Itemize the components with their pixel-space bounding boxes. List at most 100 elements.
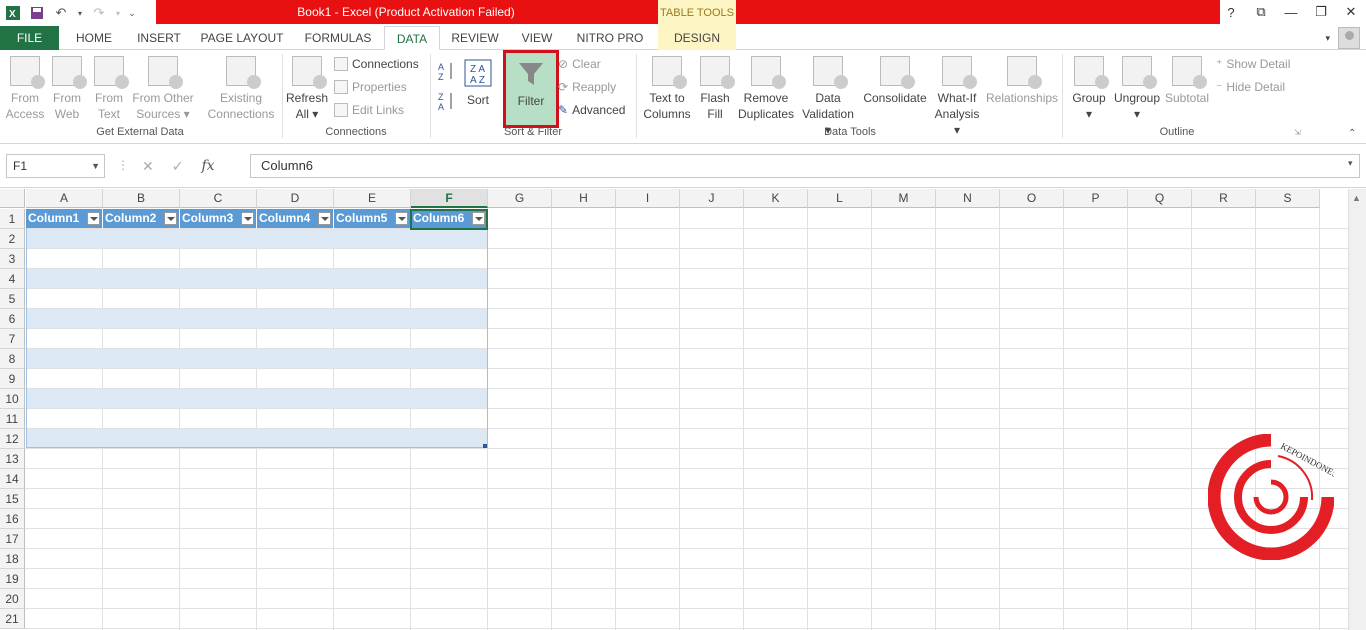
row-header-7[interactable]: 7 [0, 329, 25, 349]
group-button[interactable]: Group ▾ [1068, 56, 1110, 122]
hide-detail-button[interactable]: ⁻ Hide Detail [1216, 80, 1285, 94]
from-text-button[interactable]: From Text [90, 56, 129, 122]
row-header-6[interactable]: 6 [0, 309, 25, 329]
what-if-analysis-button[interactable]: What-If Analysis ▾ [930, 56, 984, 138]
worksheet-grid[interactable]: ABCDEFGHIJKLMNOPQRS 1 2 3 4 5 6 7 8 9 10 11 12 13 14 1… [0, 189, 1348, 630]
consolidate-button[interactable]: Consolidate [862, 56, 928, 106]
formula-input[interactable]: Column6 [250, 154, 1360, 178]
column-header-o[interactable]: O [1000, 189, 1064, 208]
connections-button[interactable]: Connections [334, 57, 419, 71]
user-dropdown-icon[interactable]: ▾ [1325, 33, 1330, 44]
outline-dialog-launcher-icon[interactable]: ⇲ [1294, 128, 1301, 137]
row-header-14[interactable]: 14 [0, 469, 25, 489]
row-header-18[interactable]: 18 [0, 549, 25, 569]
text-to-columns-button[interactable]: Text to Columns [640, 56, 694, 122]
from-access-button[interactable]: From Access [4, 56, 46, 122]
row-header-17[interactable]: 17 [0, 529, 25, 549]
redo-icon[interactable]: ↷ [90, 4, 108, 22]
active-cell-f1[interactable] [410, 209, 488, 230]
filter-dropdown-icon[interactable] [87, 212, 100, 225]
undo-dropdown-icon[interactable]: ▾ [76, 4, 84, 22]
tab-insert[interactable]: INSERT [130, 26, 188, 50]
sort-z-a-button[interactable]: ZA [436, 90, 458, 116]
table-header-cell[interactable]: Column3 [180, 209, 257, 228]
column-header-e[interactable]: E [334, 189, 411, 208]
close-button[interactable]: ✕ [1336, 0, 1366, 24]
tab-home[interactable]: HOME [64, 26, 124, 50]
table-header-cell[interactable]: Column2 [103, 209, 180, 228]
enter-icon[interactable]: ✓ [172, 158, 184, 175]
row-header-10[interactable]: 10 [0, 389, 25, 409]
row-header-16[interactable]: 16 [0, 509, 25, 529]
name-box[interactable]: F1 ▼ [6, 154, 105, 178]
table-header-cell[interactable]: Column5 [334, 209, 411, 228]
column-header-i[interactable]: I [616, 189, 680, 208]
table-header-cell[interactable]: Column4 [257, 209, 334, 228]
row-header-3[interactable]: 3 [0, 249, 25, 269]
tab-formulas[interactable]: FORMULAS [296, 26, 380, 50]
vertical-scrollbar[interactable]: ▲ [1348, 189, 1366, 630]
help-button[interactable]: ? [1216, 0, 1246, 24]
row-header-2[interactable]: 2 [0, 229, 25, 249]
redo-dropdown-icon[interactable]: ▾ [114, 4, 122, 22]
restore-button[interactable]: ❐ [1306, 0, 1336, 24]
save-icon[interactable] [28, 4, 46, 22]
filter-dropdown-icon[interactable] [318, 212, 331, 225]
tab-review[interactable]: REVIEW [446, 26, 504, 50]
select-all-corner[interactable] [0, 189, 25, 208]
row-header-5[interactable]: 5 [0, 289, 25, 309]
from-other-sources-button[interactable]: From Other Sources ▾ [130, 56, 196, 122]
reapply-button[interactable]: ⟳ Reapply [558, 80, 616, 94]
tab-nitro-pro[interactable]: NITRO PRO [570, 26, 650, 50]
column-header-h[interactable]: H [552, 189, 616, 208]
column-header-k[interactable]: K [744, 189, 808, 208]
expand-formula-bar-icon[interactable]: ▾ [1348, 158, 1353, 169]
row-header-1[interactable]: 1 [0, 209, 25, 229]
clear-button[interactable]: ⊘ Clear [558, 57, 601, 71]
column-header-c[interactable]: C [180, 189, 257, 208]
refresh-all-button[interactable]: Refresh All ▾ [286, 56, 328, 122]
scroll-up-icon[interactable]: ▲ [1352, 193, 1361, 203]
column-header-q[interactable]: Q [1128, 189, 1192, 208]
column-header-j[interactable]: J [680, 189, 744, 208]
column-header-p[interactable]: P [1064, 189, 1128, 208]
flash-fill-button[interactable]: Flash Fill [696, 56, 735, 122]
from-web-button[interactable]: From Web [48, 56, 87, 122]
relationships-button[interactable]: Relationships [986, 56, 1058, 106]
tab-data[interactable]: DATA [384, 26, 440, 50]
tab-view[interactable]: VIEW [512, 26, 562, 50]
filter-dropdown-icon[interactable] [395, 212, 408, 225]
column-header-a[interactable]: A [26, 189, 103, 208]
row-header-9[interactable]: 9 [0, 369, 25, 389]
edit-links-button[interactable]: Edit Links [334, 103, 404, 117]
properties-button[interactable]: Properties [334, 80, 407, 94]
tab-page-layout[interactable]: PAGE LAYOUT [194, 26, 290, 50]
column-header-n[interactable]: N [936, 189, 1000, 208]
minimize-button[interactable]: — [1276, 0, 1306, 24]
ribbon-display-button[interactable]: ⧉ [1246, 0, 1276, 24]
name-box-dropdown-icon[interactable]: ▼ [91, 155, 100, 177]
table-resize-handle[interactable] [483, 444, 487, 448]
advanced-button[interactable]: ✎ Advanced [558, 103, 625, 117]
row-header-4[interactable]: 4 [0, 269, 25, 289]
existing-connections-button[interactable]: Existing Connections [204, 56, 278, 122]
row-header-15[interactable]: 15 [0, 489, 25, 509]
table-header-cell[interactable]: Column1 [26, 209, 103, 228]
tab-design[interactable]: DESIGN [658, 26, 736, 50]
column-header-g[interactable]: G [488, 189, 552, 208]
row-header-20[interactable]: 20 [0, 589, 25, 609]
collapse-ribbon-icon[interactable]: ⌃ [1348, 128, 1356, 139]
tab-file[interactable]: FILE [0, 26, 59, 50]
insert-function-icon[interactable]: fx [201, 158, 214, 174]
subtotal-button[interactable]: Subtotal [1162, 56, 1212, 106]
customize-qat-icon[interactable]: ⌄ [128, 4, 136, 22]
column-header-d[interactable]: D [257, 189, 334, 208]
row-header-19[interactable]: 19 [0, 569, 25, 589]
row-header-8[interactable]: 8 [0, 349, 25, 369]
row-header-11[interactable]: 11 [0, 409, 25, 429]
ungroup-button[interactable]: Ungroup ▾ [1112, 56, 1162, 122]
column-header-m[interactable]: M [872, 189, 936, 208]
column-header-s[interactable]: S [1256, 189, 1320, 208]
row-header-12[interactable]: 12 [0, 429, 25, 449]
cancel-icon[interactable]: ✕ [142, 158, 154, 175]
